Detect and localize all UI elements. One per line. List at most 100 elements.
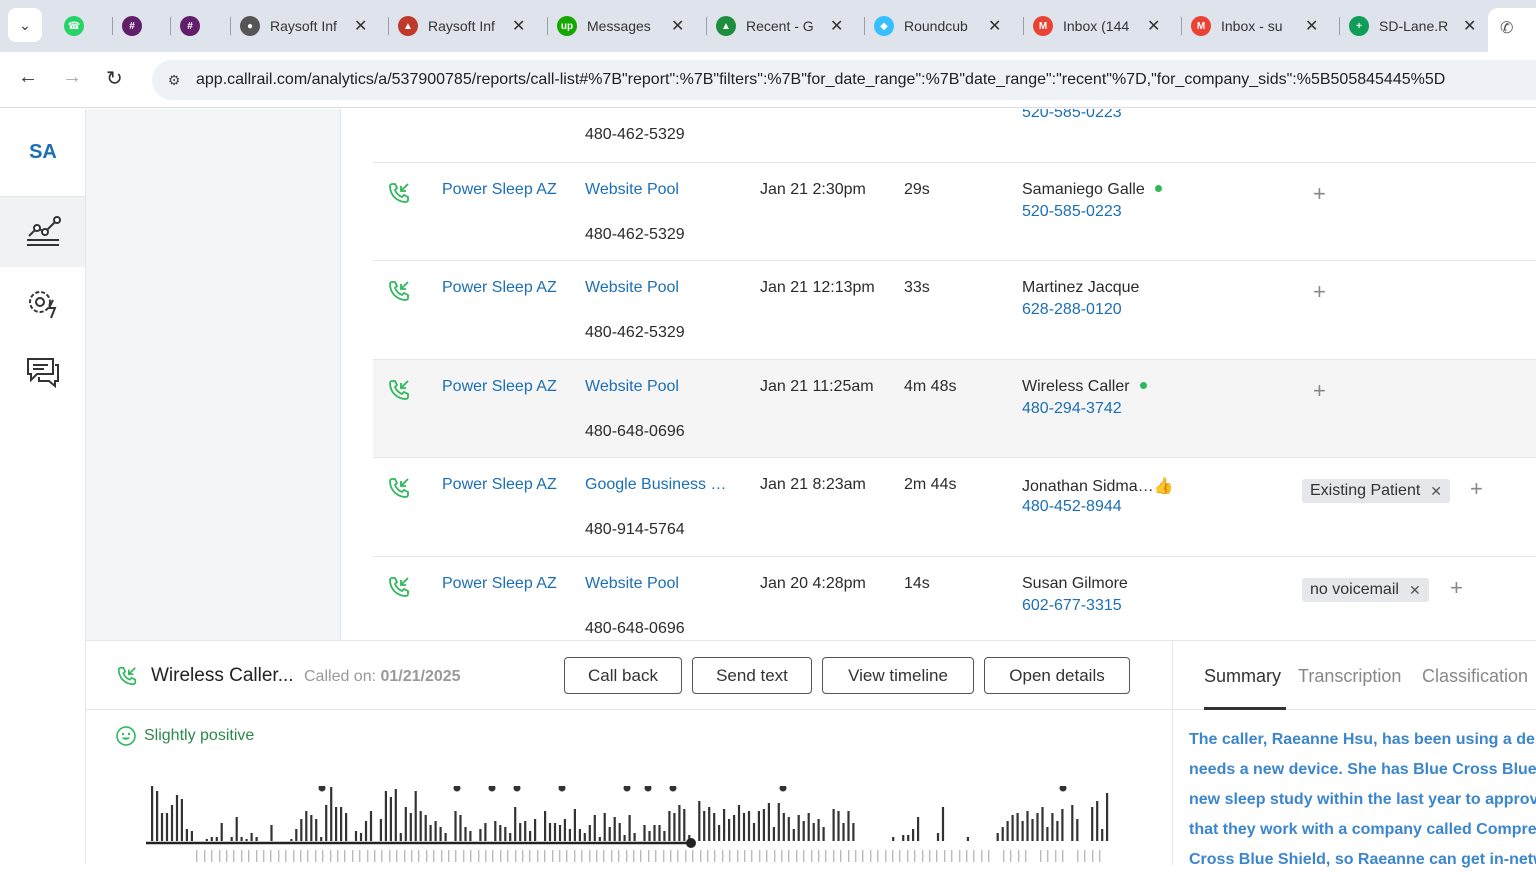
close-tab-icon[interactable]: ✕ [1463, 16, 1476, 36]
waveform-bar [703, 811, 706, 841]
waveform-bar [295, 829, 298, 841]
close-tab-icon[interactable]: ✕ [512, 16, 525, 36]
browser-tab[interactable]: ▲ Recent - G ✕ [716, 8, 843, 44]
close-tab-icon[interactable]: ✕ [988, 16, 1001, 36]
waveform-bar [305, 811, 308, 841]
caller-name-text: Martinez Jacque [1022, 279, 1140, 296]
speaker-tick [285, 850, 287, 862]
speaker-tick [544, 850, 546, 862]
add-tag-icon[interactable]: + [1450, 575, 1463, 601]
tab-separator [230, 17, 231, 35]
waveform-bar [792, 829, 795, 841]
source-link[interactable]: Google Business … [585, 476, 726, 494]
company-link[interactable]: Power Sleep AZ [442, 476, 557, 494]
table-row[interactable]: Power Sleep AZ Website Pool 480-648-0696 Ja… [373, 557, 1536, 640]
caller-phone[interactable]: 628-288-0120 [1022, 301, 1122, 319]
tab-transcription[interactable]: Transcription [1298, 666, 1401, 687]
waveform-bar [733, 815, 736, 841]
caller-phone[interactable]: 480-452-8944 [1022, 498, 1122, 516]
add-tag-icon[interactable]: + [1313, 378, 1326, 404]
back-arrow-icon[interactable]: ← [18, 66, 38, 89]
waveform-bar [1036, 813, 1039, 841]
tab-summary[interactable]: Summary [1204, 666, 1281, 687]
waveform-bar [185, 829, 188, 841]
call-back-button[interactable]: Call back [564, 657, 682, 694]
conversations-icon [26, 358, 59, 389]
waveform-bar [399, 833, 402, 841]
table-row[interactable]: Power Sleep AZ Website Pool 480-462-5329 Ja… [373, 261, 1536, 360]
source-link[interactable]: Website Pool [585, 279, 679, 297]
speaker-tick [692, 850, 694, 862]
source-link[interactable]: Website Pool [585, 378, 679, 396]
tracking-number: 480-462-5329 [585, 226, 685, 243]
waveform-bar [742, 813, 746, 841]
speaker-tick [374, 850, 376, 862]
company-link[interactable]: Power Sleep AZ [442, 181, 557, 199]
waveform-bar [389, 797, 392, 841]
browser-tab[interactable]: # [122, 8, 142, 44]
audio-waveform[interactable] [146, 786, 1116, 865]
add-tag-icon[interactable]: + [1313, 181, 1326, 207]
keyword-marker [623, 786, 631, 792]
source-link[interactable]: Website Pool [585, 575, 679, 593]
company-link[interactable]: Power Sleep AZ [442, 575, 557, 593]
speaker-tick [818, 850, 820, 862]
browser-tab[interactable]: ◆ Roundcub ✕ [874, 8, 1001, 44]
waveform-bar [320, 837, 323, 841]
close-tab-icon[interactable]: ✕ [1305, 16, 1318, 36]
reload-icon[interactable]: ↻ [106, 66, 123, 91]
tab-separator [547, 17, 548, 35]
company-link[interactable]: Power Sleep AZ [442, 279, 557, 297]
add-tag-icon[interactable]: + [1313, 279, 1326, 305]
remove-tag-icon[interactable]: ✕ [1430, 483, 1442, 500]
account-logo[interactable]: SA [0, 109, 86, 197]
table-row[interactable]: Power Sleep AZ Website Pool 480-648-0696 Ja… [373, 360, 1536, 458]
close-tab-icon[interactable]: ✕ [1147, 16, 1160, 36]
upwork-icon: up [557, 16, 577, 36]
speaker-tick [914, 850, 916, 862]
remove-tag-icon[interactable]: ✕ [1409, 582, 1421, 599]
waveform-bar [469, 831, 472, 841]
open-details-button[interactable]: Open details [984, 657, 1130, 694]
browser-tab[interactable]: ● Raysoft Inf ✕ [240, 8, 367, 44]
browser-tab[interactable]: ▲ Raysoft Inf ✕ [398, 8, 525, 44]
close-tab-icon[interactable]: ✕ [671, 16, 684, 36]
tab-search-chevron-icon[interactable]: ⌄ [8, 8, 42, 42]
browser-tab[interactable]: # [180, 8, 200, 44]
forward-arrow-icon[interactable]: → [62, 66, 82, 89]
waveform-bar [409, 813, 412, 841]
source-link[interactable]: Website Pool [585, 181, 679, 199]
caller-phone[interactable]: 480-294-3742 [1022, 400, 1122, 418]
nav-analytics[interactable] [0, 197, 85, 267]
caller-phone[interactable]: 520-585-0223 [1022, 203, 1122, 221]
table-row[interactable]: Power Sleep AZ Website Pool 480-462-5329 Ja… [373, 163, 1536, 261]
browser-tab[interactable]: ☎ [64, 8, 84, 44]
nav-conversations[interactable] [0, 337, 85, 407]
call-tag: Existing Patient ✕ [1302, 479, 1451, 503]
tab-active-callrail[interactable]: ✆ [1488, 8, 1536, 52]
table-row[interactable]: Power Sleep AZ Google Business … 480-914-5… [373, 458, 1536, 557]
browser-tab[interactable]: + SD-Lane.R ✕ [1349, 8, 1476, 44]
waveform-bar [165, 813, 169, 841]
caller-phone[interactable]: 520-585-0223 [1022, 109, 1122, 122]
site-info-icon[interactable]: ⚙ [164, 70, 184, 90]
view-timeline-button[interactable]: View timeline [822, 657, 974, 694]
browser-tab[interactable]: M Inbox (144 ✕ [1033, 8, 1160, 44]
browser-tab[interactable]: up Messages ✕ [557, 8, 684, 44]
waveform-bar [787, 817, 790, 841]
address-bar[interactable]: ⚙ app.callrail.com/analytics/a/537900785… [152, 60, 1536, 100]
waveform-bar [364, 821, 368, 841]
close-tab-icon[interactable]: ✕ [830, 16, 843, 36]
company-link[interactable]: Power Sleep AZ [442, 378, 557, 396]
nav-settings[interactable] [0, 269, 85, 339]
speaker-tick [959, 850, 961, 862]
add-tag-icon[interactable]: + [1470, 476, 1483, 502]
tab-classification[interactable]: Classification [1422, 666, 1528, 687]
browser-tab[interactable]: M Inbox - su ✕ [1191, 8, 1318, 44]
close-tab-icon[interactable]: ✕ [354, 16, 367, 36]
send-text-button[interactable]: Send text [692, 657, 812, 694]
inbound-call-icon [389, 380, 409, 400]
caller-phone[interactable]: 602-677-3315 [1022, 597, 1122, 615]
speaker-tick [981, 850, 983, 862]
table-row-partial[interactable]: 480-462-5329 520-585-0223 [373, 109, 1536, 163]
